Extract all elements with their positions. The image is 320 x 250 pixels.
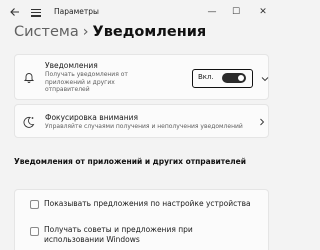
device-suggestions-label: Показывать предложения по настройке устр… <box>44 199 251 208</box>
page-title: Уведомления <box>92 24 207 40</box>
toggle-knob <box>238 75 244 81</box>
close-button[interactable]: ✕ <box>256 5 270 19</box>
maximize-button[interactable]: ☐ <box>229 5 243 19</box>
focus-moon-icon <box>23 116 35 128</box>
notifications-title: Уведомления <box>45 61 98 70</box>
device-suggestions-checkbox[interactable] <box>30 200 39 209</box>
menu-button[interactable] <box>30 7 42 19</box>
notifications-toggle[interactable]: Вкл. <box>192 69 253 88</box>
title-bar: Параметры — ☐ ✕ <box>0 0 278 26</box>
section-heading: Уведомления от приложений и других отпра… <box>14 157 246 166</box>
breadcrumb-parent[interactable]: Система <box>14 24 79 40</box>
hamburger-icon <box>31 9 41 11</box>
tips-suggestions-checkbox[interactable] <box>30 227 39 236</box>
arrow-left-icon <box>10 8 19 16</box>
notifications-card[interactable]: Уведомления Получать уведомления от прил… <box>14 54 269 100</box>
breadcrumb: Система › Уведомления <box>14 24 206 40</box>
chevron-down-icon[interactable] <box>261 75 269 83</box>
back-button[interactable] <box>8 6 22 20</box>
app-title: Параметры <box>54 7 99 16</box>
focus-card[interactable]: Фокусировка внимания Управляйте случаями… <box>14 104 269 138</box>
breadcrumb-separator: › <box>82 24 89 40</box>
tips-suggestions-label: Получать советы и предложения при исполь… <box>44 225 193 244</box>
toggle-switch[interactable] <box>222 73 246 83</box>
toggle-state-label: Вкл. <box>198 73 214 81</box>
notifications-description: Получать уведомления от приложений и дру… <box>45 71 128 93</box>
chevron-right-icon[interactable] <box>258 118 266 126</box>
focus-title: Фокусировка внимания <box>45 113 139 122</box>
focus-description: Управляйте случаями получения и неполуче… <box>45 123 243 130</box>
minimize-button[interactable]: — <box>205 5 219 19</box>
bell-icon <box>23 73 35 83</box>
